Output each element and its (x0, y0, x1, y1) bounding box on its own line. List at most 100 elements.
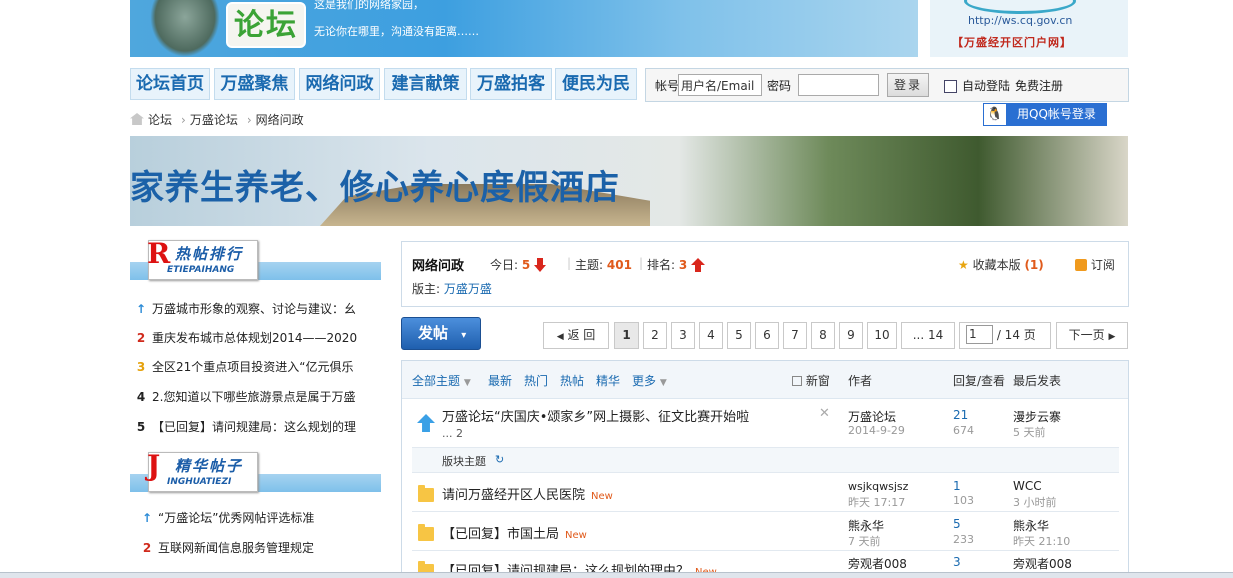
thread-replies[interactable]: 5 (953, 517, 961, 531)
filter-digest[interactable]: 精华 (596, 372, 620, 389)
back-button[interactable]: ◀ 返 回 (543, 322, 609, 349)
thread-author[interactable]: 熊永华 (848, 517, 884, 534)
register-link[interactable]: 免费注册 (1015, 77, 1063, 94)
nav-tab-inquiry[interactable]: 网络问政 (299, 68, 380, 100)
breadcrumb-item[interactable]: 网络问政 (256, 113, 304, 127)
breadcrumb: 论坛 › 万盛论坛 › 网络问政 (130, 111, 308, 128)
next-page-button[interactable]: 下一页 ▶ (1056, 322, 1128, 349)
nav-tab-services[interactable]: 便民为民 (555, 68, 637, 100)
divider: | (567, 256, 572, 270)
today-label: 今日: (490, 258, 519, 272)
rank-value: 3 (678, 258, 688, 272)
hot-post-item[interactable]: 2 重庆发布城市总体规划2014——2020 (130, 325, 380, 351)
filter-all[interactable]: 全部主题 ▼ (412, 372, 471, 389)
thread-author[interactable]: wsjkqwsjsz (848, 480, 908, 493)
rank-number: 4 (136, 390, 146, 404)
last-post-time[interactable]: 3 小时前 (1013, 494, 1057, 510)
page-6[interactable]: 6 (755, 322, 779, 349)
last-poster[interactable]: WCC (1013, 479, 1042, 493)
last-poster[interactable]: 旁观者008 (1013, 555, 1072, 572)
login-button[interactable]: 登录 (887, 73, 929, 97)
hot-post-item[interactable]: 5 【已回复】请问规建局：这么规划的理 (130, 414, 380, 440)
last-poster[interactable]: 熊永华 (1013, 517, 1049, 534)
page-jump-input[interactable]: 1 (966, 325, 993, 344)
thread-replies[interactable]: 3 (953, 555, 961, 569)
hot-post-item[interactable]: 4 2.您知道以下哪些旅游景点是属于万盛 (130, 384, 380, 410)
featured-post-item[interactable]: ↑ “万盛论坛”优秀网帖评选标准 (136, 505, 386, 531)
page-3[interactable]: 3 (671, 322, 695, 349)
auto-login-label: 自动登陆 (962, 79, 1011, 93)
new-post-button[interactable]: 发帖 ▾ (401, 317, 481, 350)
thread-title[interactable]: 万盛论坛“庆国庆•颂家乡”网上摄影、征文比赛开始啦 (442, 406, 749, 425)
hot-post-title[interactable]: 全区21个重点项目投资进入“亿元俱乐 (152, 360, 354, 374)
page-2[interactable]: 2 (643, 322, 667, 349)
page-8[interactable]: 8 (811, 322, 835, 349)
filter-latest[interactable]: 最新 (488, 372, 512, 389)
new-window-toggle[interactable]: 新窗 (792, 372, 830, 389)
table-row-sticky[interactable]: 万盛论坛“庆国庆•颂家乡”网上摄影、征文比赛开始啦 ... 2 ✕ 万盛论坛 2… (412, 399, 1119, 448)
breadcrumb-item[interactable]: 论坛 (148, 113, 172, 127)
thread-title[interactable]: 请问万盛经开区人民医院 New (442, 484, 613, 503)
last-poster[interactable]: 漫步云寨 (1013, 408, 1061, 425)
moderator-line: 版主: 万盛万盛 (412, 280, 492, 297)
moderator-link[interactable]: 万盛万盛 (444, 282, 492, 296)
portal-logo[interactable]: http://ws.cq.gov.cn 【万盛经开区门户网】 (930, 0, 1128, 57)
filter-popular[interactable]: 热门 (524, 372, 548, 389)
home-icon[interactable] (130, 113, 144, 125)
page-1[interactable]: 1 (614, 322, 639, 349)
hot-post-title[interactable]: 重庆发布城市总体规划2014——2020 (152, 331, 357, 345)
refresh-icon[interactable]: ↻ (495, 453, 504, 466)
new-badge: New (591, 491, 613, 502)
hot-post-title[interactable]: 2.您知道以下哪些旅游景点是属于万盛 (152, 390, 355, 404)
thread-pages[interactable]: ... 2 (442, 427, 463, 440)
subscribe-link[interactable]: 订阅 (1075, 256, 1115, 273)
password-input[interactable] (798, 74, 879, 96)
thread-author[interactable]: 万盛论坛 (848, 408, 896, 425)
thread-replies[interactable]: 1 (953, 479, 961, 493)
qq-login-button[interactable]: 🐧 用QQ帐号登录 (983, 103, 1107, 126)
last-post-time[interactable]: 5 天前 (1013, 424, 1046, 440)
hot-post-item[interactable]: ↑ 万盛城市形象的观察、讨论与建议：幺 (130, 296, 380, 322)
portal-url: http://ws.cq.gov.cn (968, 14, 1073, 27)
chevron-right-icon: › (246, 113, 252, 127)
last-post-time[interactable]: 昨天 21:10 (1013, 533, 1070, 549)
chevron-left-icon: ◀ (556, 332, 564, 342)
table-row[interactable]: 【已回复】市国土局 New 熊永华 7 天前 5 233 熊永华 昨天 21:10 (412, 512, 1119, 551)
thread-author[interactable]: 旁观者008 (848, 555, 907, 572)
page-5[interactable]: 5 (727, 322, 751, 349)
nav-tab-home[interactable]: 论坛首页 (130, 68, 210, 100)
rank-icon: 2 (136, 331, 146, 345)
hot-post-item[interactable]: 3 全区21个重点项目投资进入“亿元俱乐 (130, 354, 380, 380)
nav-tab-suggestions[interactable]: 建言献策 (384, 68, 467, 100)
table-row[interactable]: 请问万盛经开区人民医院 New wsjkqwsjsz 昨天 17:17 1 103… (412, 473, 1119, 512)
page-7[interactable]: 7 (783, 322, 807, 349)
rank-label: 排名: (647, 258, 676, 272)
page-9[interactable]: 9 (839, 322, 863, 349)
forum-logo[interactable]: 论坛 (226, 2, 306, 48)
nav-tab-focus[interactable]: 万盛聚焦 (214, 68, 295, 100)
thread-title[interactable]: 【已回复】市国土局 New (442, 523, 587, 542)
portal-emblem-icon (964, 0, 1076, 14)
breadcrumb-item[interactable]: 万盛论坛 (190, 113, 238, 127)
page-10[interactable]: 10 (867, 322, 897, 349)
featured-post-title[interactable]: 互联网新闻信息服务管理规定 (158, 541, 314, 555)
hot-posts-title-box: R 热帖排行 ETIEPAIHANG (147, 237, 258, 280)
favorite-link[interactable]: ★ 收藏本版 (1) (958, 256, 1044, 273)
username-input[interactable]: 用户名/Email (678, 74, 762, 96)
close-icon[interactable]: ✕ (819, 406, 830, 421)
auto-login-checkbox[interactable] (944, 80, 957, 93)
topics-count: 401 (606, 258, 632, 272)
caret-down-icon: ▼ (463, 378, 471, 388)
filter-hot[interactable]: 热帖 (560, 372, 584, 389)
ad-banner[interactable]: 家养生养老、修心养心度假酒店 (130, 136, 1128, 226)
featured-post-item[interactable]: 2 互联网新闻信息服务管理规定 (136, 535, 386, 561)
featured-posts-title-box: J 精华帖子 INGHUATIEZI (147, 449, 258, 492)
page-4[interactable]: 4 (699, 322, 723, 349)
nav-tab-photos[interactable]: 万盛拍客 (470, 68, 552, 100)
thread-replies[interactable]: 21 (953, 408, 968, 422)
page-last[interactable]: ... 14 (901, 322, 955, 349)
hot-post-title[interactable]: 【已回复】请问规建局：这么规划的理 (152, 420, 356, 434)
featured-post-title[interactable]: “万盛论坛”优秀网帖评选标准 (158, 511, 314, 525)
hot-post-title[interactable]: 万盛城市形象的观察、讨论与建议：幺 (152, 302, 356, 316)
filter-more[interactable]: 更多 ▼ (632, 372, 667, 389)
